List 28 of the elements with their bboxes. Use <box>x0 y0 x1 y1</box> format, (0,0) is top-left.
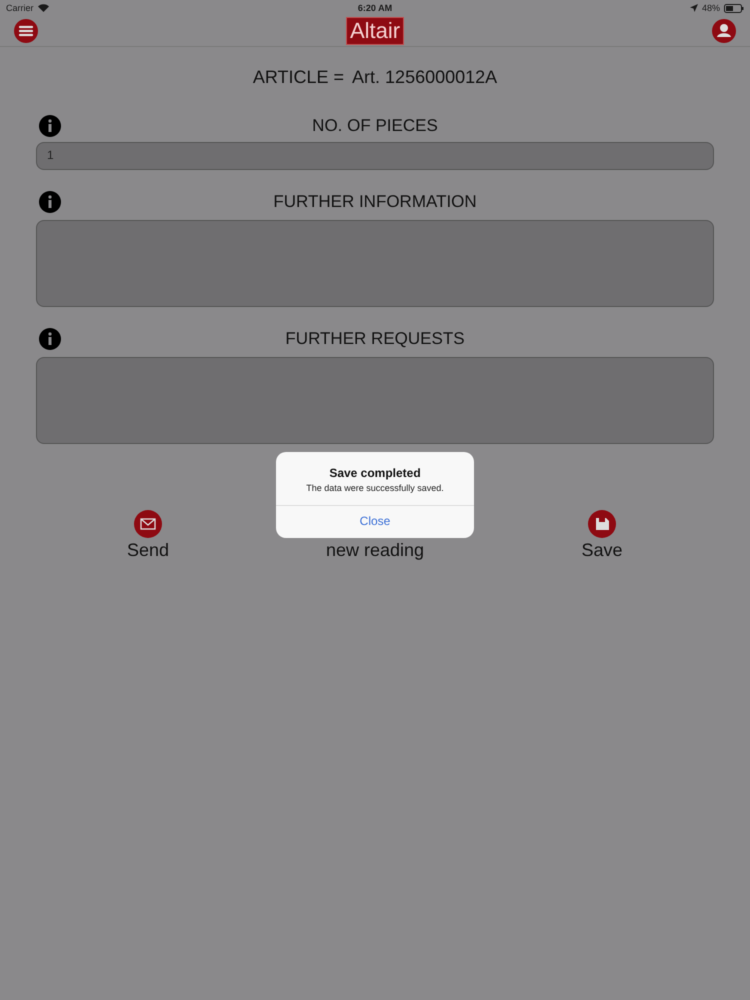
text-area-field[interactable] <box>36 220 714 307</box>
field-label: NO. OF PIECES <box>311 116 439 136</box>
text-area-field[interactable] <box>36 357 714 444</box>
close-button[interactable]: Close <box>300 506 450 538</box>
battery-percentage: 48% <box>702 3 720 13</box>
article-label: ARTICLE = <box>252 67 344 88</box>
article-number: Art. 1256000012A <box>352 67 498 88</box>
user-profile-icon[interactable] <box>712 19 736 43</box>
clock-time: 6:20 AM <box>358 3 392 13</box>
field-label: FURTHER INFORMATION <box>272 192 478 212</box>
menu-icon[interactable] <box>14 19 38 43</box>
action-button[interactable]: new reading <box>326 540 424 561</box>
action-button[interactable]: Save <box>581 540 623 561</box>
alert-title: Save completed <box>329 466 421 480</box>
info-icon[interactable] <box>39 191 61 213</box>
location-arrow-icon <box>690 4 698 12</box>
action-button[interactable]: Send <box>126 540 170 561</box>
battery-icon <box>724 4 744 12</box>
pieces-input-field[interactable]: 1 <box>36 142 714 170</box>
carrier-name: Carrier <box>6 3 34 13</box>
info-icon[interactable] <box>39 115 61 137</box>
envelope-icon[interactable] <box>134 510 162 538</box>
field-label: FURTHER REQUESTS <box>284 329 466 349</box>
wifi-icon <box>38 4 49 12</box>
floppy-disk-icon[interactable] <box>588 510 616 538</box>
app-logo: Altair <box>346 17 404 45</box>
alert-message: The data were successfully saved. <box>306 483 444 493</box>
info-icon[interactable] <box>39 328 61 350</box>
